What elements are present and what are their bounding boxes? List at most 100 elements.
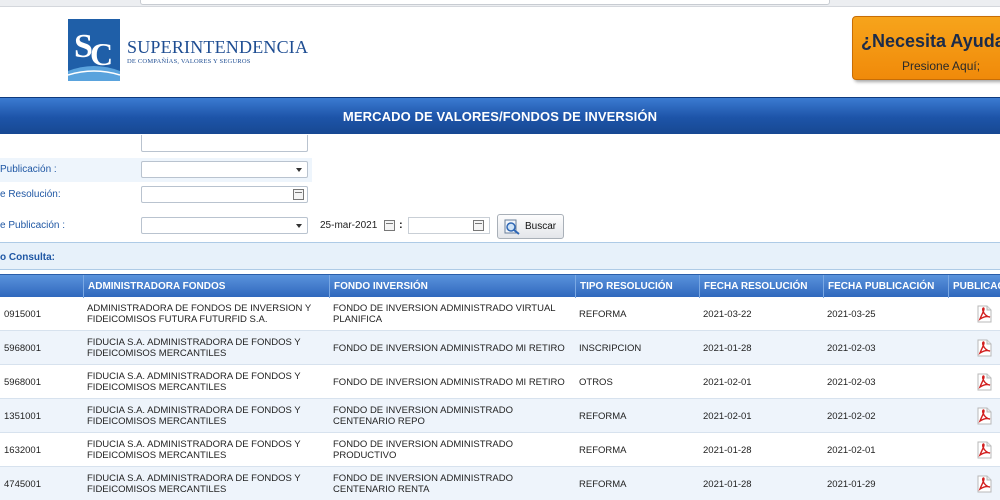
table-row[interactable]: 5968001 FIDUCIA S.A. ADMINISTRADORA DE FO… (0, 331, 1000, 365)
cell-fondo-text: FONDO DE INVERSION ADMINISTRADO CENTENARI… (333, 405, 513, 427)
magnifier-icon (504, 219, 520, 235)
page-title-bar: MERCADO DE VALORES/FONDOS DE INVERSIÓN (0, 97, 1000, 134)
cell-fondo: FONDO DE INVERSION ADMINISTRADO VIRTUAL P… (329, 297, 575, 331)
cell-fondo: FONDO DE INVERSION ADMINISTRADO CENTENARI… (329, 399, 575, 433)
calendar-icon[interactable] (473, 220, 484, 231)
cell-administradora: FIDUCIA S.A. ADMINISTRADORA DE FONDOS YF… (83, 433, 329, 467)
pdf-icon[interactable] (976, 441, 992, 459)
col-header-codigo[interactable] (0, 275, 83, 298)
cell-fecha-resolucion: 2021-01-28 (699, 467, 823, 500)
cell-fecha-publicacion-text: 2021-03-25 (827, 309, 876, 320)
cell-fondo-line: FONDO DE INVERSION ADMINISTRADO (333, 405, 513, 416)
cell-fecha-publicacion-line: 2021-03-25 (827, 308, 876, 320)
cell-codigo-line: 1351001 (4, 410, 41, 422)
col-header-administradora[interactable]: ADMINISTRADORA FONDOS (83, 275, 329, 298)
cell-fecha-publicacion: 2021-01-29 (823, 467, 948, 500)
pdf-icon[interactable] (976, 373, 992, 391)
cell-fecha-publicacion-line: 2021-02-03 (827, 342, 876, 354)
pdf-icon[interactable] (976, 339, 992, 357)
cell-codigo: 4745001 (0, 467, 83, 500)
top-filter-input[interactable] (141, 135, 308, 152)
help-button[interactable]: ¿Necesita Ayuda Presione Aquí; (852, 16, 1000, 80)
chevron-down-icon (296, 224, 302, 228)
col-header-fecha-resolucion[interactable]: FECHA RESOLUCIÓN (699, 275, 823, 298)
calendar-icon[interactable] (293, 189, 304, 200)
brand-name: SUPERINTENDENCIA DE COMPAÑÍAS, VALORES Y… (127, 37, 308, 65)
cell-administradora-text: FIDUCIA S.A. ADMINISTRADORA DE FONDOS YF… (87, 371, 301, 393)
brand-line2: DE COMPAÑÍAS, VALORES Y SEGUROS (127, 58, 251, 65)
cell-codigo-text: 5968001 (4, 377, 41, 388)
filter-row-fecha-publicacion: e Publicación : (0, 214, 312, 238)
cell-fecha-publicacion: 2021-02-01 (823, 433, 948, 467)
table-row[interactable]: 1351001 FIDUCIA S.A. ADMINISTRADORA DE FO… (0, 399, 1000, 433)
search-button[interactable]: Buscar (497, 214, 564, 239)
site-header: S C SUPERINTENDENCIA DE COMPAÑÍAS, VALOR… (0, 7, 1000, 97)
table-row[interactable]: 1632001 FIDUCIA S.A. ADMINISTRADORA DE FO… (0, 433, 1000, 467)
table-row[interactable]: 4745001 FIDUCIA S.A. ADMINISTRADORA DE FO… (0, 467, 1000, 500)
filter-row-fecha-resolucion: e Resolución: (0, 182, 312, 206)
cell-fecha-publicacion: 2021-02-03 (823, 365, 948, 399)
fecha-publicacion-select[interactable] (141, 217, 308, 234)
cell-fondo-text: FONDO DE INVERSION ADMINISTRADO MI RETIR… (333, 377, 565, 388)
sc-logo-icon: S C (68, 19, 120, 81)
cell-administradora-line: FIDEICOMISOS MERCANTILES (87, 484, 227, 495)
cell-fecha-publicacion: 2021-03-25 (823, 297, 948, 331)
cell-tipo-resolucion-text: REFORMA (579, 445, 627, 456)
cell-administradora-line: FIDEICOMISOS FUTURA FUTURFID S.A. (87, 314, 268, 325)
table-row[interactable]: 5968001 FIDUCIA S.A. ADMINISTRADORA DE FO… (0, 365, 1000, 399)
cell-codigo-text: 4745001 (4, 479, 41, 490)
fecha-resolucion-input[interactable] (141, 186, 308, 203)
col-header-tipo-resolucion[interactable]: TIPO RESOLUCIÓN (575, 275, 699, 298)
calendar-icon[interactable] (384, 220, 395, 231)
cell-tipo-resolucion-line: REFORMA (579, 410, 627, 422)
cell-administradora-line: FIDUCIA S.A. ADMINISTRADORA DE FONDOS Y (87, 473, 301, 484)
cell-codigo-line: 5968001 (4, 376, 41, 388)
fecha-resolucion-label: e Resolución: (0, 189, 61, 200)
fecha-publicacion-label: e Publicación : (0, 220, 66, 231)
cell-fecha-publicacion-line: 2021-01-29 (827, 478, 876, 490)
cell-fondo-line: FONDO DE INVERSION ADMINISTRADO (333, 439, 513, 450)
cell-codigo-text: 1351001 (4, 411, 41, 422)
cell-fecha-resolucion: 2021-02-01 (699, 365, 823, 399)
col-header-publicacion[interactable]: PUBLICACIÓ (948, 275, 1000, 298)
cell-fecha-resolucion-text: 2021-02-01 (703, 377, 752, 388)
fecha-hasta-input[interactable] (408, 217, 490, 234)
cell-codigo: 5968001 (0, 365, 83, 399)
cell-fondo-line: FONDO DE INVERSION ADMINISTRADO MI RETIR… (333, 342, 565, 354)
svg-text:C: C (90, 36, 113, 72)
cell-administradora-line: FIDUCIA S.A. ADMINISTRADORA DE FONDOS Y (87, 371, 301, 382)
pdf-icon[interactable] (976, 305, 992, 323)
cell-fecha-publicacion-text: 2021-02-03 (827, 343, 876, 354)
fecha-desde-input[interactable]: 25-mar-2021 (320, 220, 377, 231)
cell-fecha-resolucion-text: 2021-03-22 (703, 309, 752, 320)
cell-administradora-text: ADMINISTRADORA DE FONDOS DE INVERSION YF… (87, 303, 311, 325)
cell-administradora-text: FIDUCIA S.A. ADMINISTRADORA DE FONDOS YF… (87, 405, 301, 427)
cell-fecha-publicacion-line: 2021-02-02 (827, 410, 876, 422)
cell-tipo-resolucion: REFORMA (575, 433, 699, 467)
cell-codigo: 0915001 (0, 297, 83, 331)
cell-codigo-text: 0915001 (4, 309, 41, 320)
cell-fecha-publicacion-line: 2021-02-01 (827, 444, 876, 456)
page-title: MERCADO DE VALORES/FONDOS DE INVERSIÓN (342, 108, 658, 124)
col-header-fondo[interactable]: FONDO INVERSIÓN (329, 275, 575, 298)
cell-fecha-resolucion-line: 2021-01-28 (703, 342, 752, 354)
cell-fecha-resolucion: 2021-03-22 (699, 297, 823, 331)
cell-fondo: FONDO DE INVERSION ADMINISTRADO PRODUCTIV… (329, 433, 575, 467)
cell-fondo-line: CENTENARIO RENTA (333, 484, 430, 495)
table-row[interactable]: 0915001 ADMINISTRADORA DE FONDOS DE INVER… (0, 297, 1000, 331)
col-header-fecha-publicacion[interactable]: FECHA PUBLICACIÓN (823, 275, 948, 298)
filter-row-tipo-publicacion: Publicación : (0, 158, 312, 182)
cell-fondo: FONDO DE INVERSION ADMINISTRADO MI RETIR… (329, 331, 575, 365)
cell-fecha-publicacion-text: 2021-01-29 (827, 479, 876, 490)
cell-fondo-line: PLANIFICA (333, 314, 383, 325)
cell-tipo-resolucion-line: REFORMA (579, 478, 627, 490)
pdf-icon[interactable] (976, 407, 992, 425)
cell-fecha-publicacion-text: 2021-02-01 (827, 445, 876, 456)
cell-fondo-line: FONDO DE INVERSION ADMINISTRADO (333, 473, 513, 484)
tipo-publicacion-select[interactable] (141, 161, 308, 178)
cell-tipo-resolucion: REFORMA (575, 297, 699, 331)
pdf-icon[interactable] (976, 475, 992, 493)
cell-administradora-line: FIDUCIA S.A. ADMINISTRADORA DE FONDOS Y (87, 439, 301, 450)
cell-fondo-text: FONDO DE INVERSION ADMINISTRADO VIRTUAL P… (333, 303, 556, 325)
address-bar[interactable] (140, 0, 830, 5)
